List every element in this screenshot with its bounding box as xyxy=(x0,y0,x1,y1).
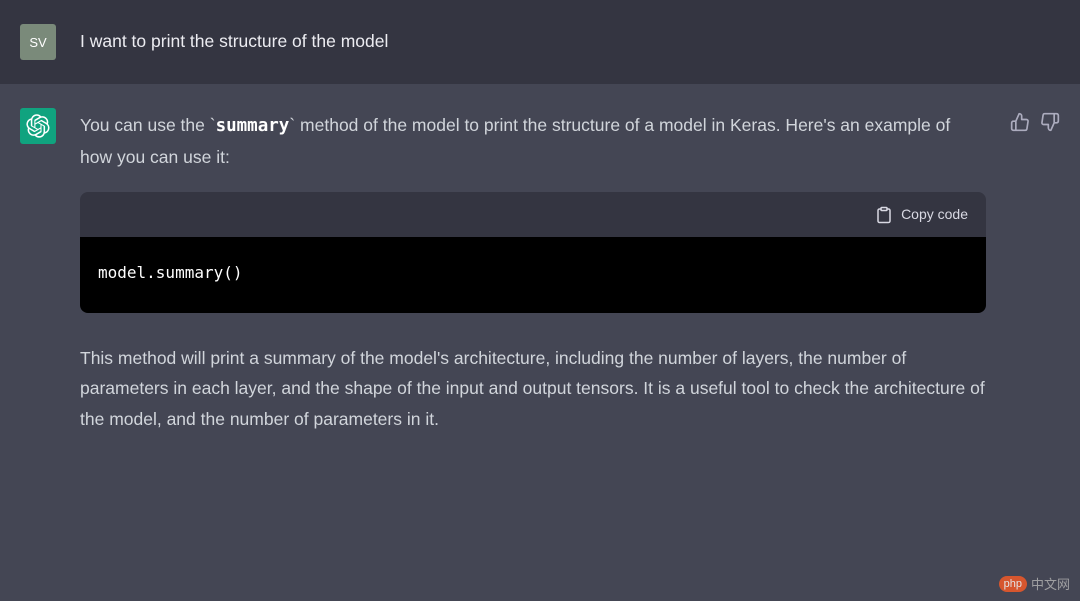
user-message-row: SV I want to print the structure of the … xyxy=(0,0,1080,84)
code-content: model.summary() xyxy=(98,263,243,282)
watermark-text: 中文网 xyxy=(1031,574,1070,593)
copy-code-button[interactable]: Copy code xyxy=(875,202,968,227)
openai-logo-icon xyxy=(26,114,50,138)
feedback-buttons xyxy=(1010,108,1060,435)
code-block: Copy code model.summary() xyxy=(80,192,986,313)
assistant-intro-prefix: You can use the xyxy=(80,115,210,135)
watermark: php 中文网 xyxy=(999,574,1070,593)
copy-code-label: Copy code xyxy=(901,202,968,227)
clipboard-icon xyxy=(875,206,893,224)
assistant-message-content: You can use the `summary` method of the … xyxy=(80,108,986,435)
assistant-message-row: You can use the `summary` method of the … xyxy=(0,84,1080,459)
thumbs-up-button[interactable] xyxy=(1010,112,1030,132)
thumbs-down-icon xyxy=(1040,112,1060,132)
code-block-header: Copy code xyxy=(80,192,986,237)
watermark-badge: php xyxy=(999,576,1027,592)
inline-code-summary: summary xyxy=(216,116,290,136)
assistant-outro-paragraph: This method will print a summary of the … xyxy=(80,343,986,435)
user-avatar: SV xyxy=(20,24,56,60)
assistant-intro-paragraph: You can use the `summary` method of the … xyxy=(80,110,986,172)
code-block-body: model.summary() xyxy=(80,237,986,313)
user-message-text: I want to print the structure of the mod… xyxy=(80,24,1060,60)
thumbs-up-icon xyxy=(1010,112,1030,132)
assistant-avatar xyxy=(20,108,56,144)
thumbs-down-button[interactable] xyxy=(1040,112,1060,132)
user-avatar-text: SV xyxy=(29,35,46,50)
